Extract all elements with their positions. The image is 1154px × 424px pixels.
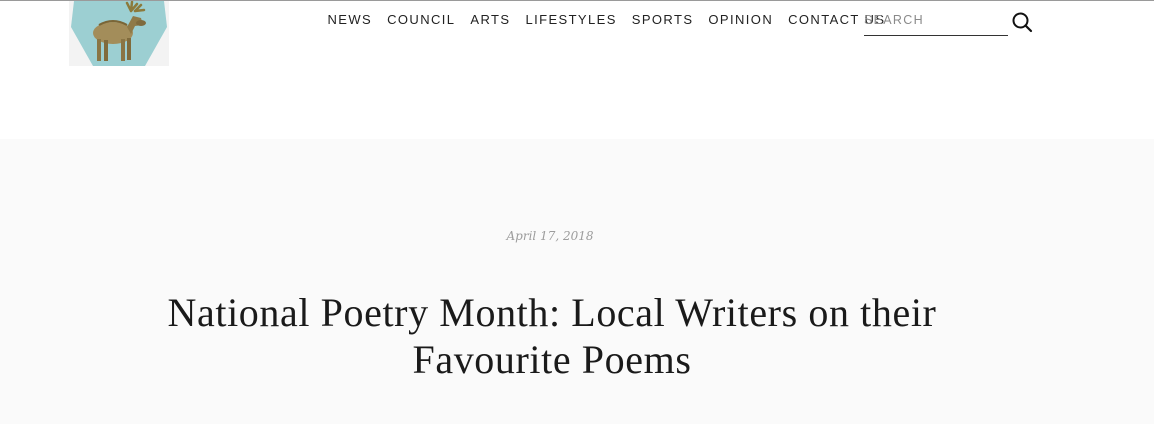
search-field (864, 9, 1008, 36)
search-icon (1012, 12, 1033, 33)
nav-sports[interactable]: SPORTS (624, 12, 701, 28)
page: NEWS COUNCIL ARTS LIFESTYLES SPORTS OPIN… (0, 0, 1154, 424)
nav-news[interactable]: NEWS (320, 12, 380, 28)
nav-arts[interactable]: ARTS (463, 12, 518, 28)
nav-lifestyles[interactable]: LIFESTYLES (518, 12, 624, 28)
site-logo[interactable] (69, 1, 169, 66)
nav-opinion[interactable]: OPINION (701, 12, 781, 28)
search-input[interactable] (864, 9, 1004, 31)
moose-logo-icon (71, 1, 167, 66)
nav-council[interactable]: COUNCIL (380, 12, 463, 28)
main-nav: NEWS COUNCIL ARTS LIFESTYLES SPORTS OPIN… (320, 12, 893, 28)
article-date: April 17, 2018 (506, 229, 594, 243)
search-button[interactable] (1011, 11, 1033, 33)
article-hero: April 17, 2018 National Poetry Month: Lo… (0, 139, 1154, 424)
site-header: NEWS COUNCIL ARTS LIFESTYLES SPORTS OPIN… (0, 1, 1154, 139)
article-title: National Poetry Month: Local Writers on … (167, 290, 937, 382)
